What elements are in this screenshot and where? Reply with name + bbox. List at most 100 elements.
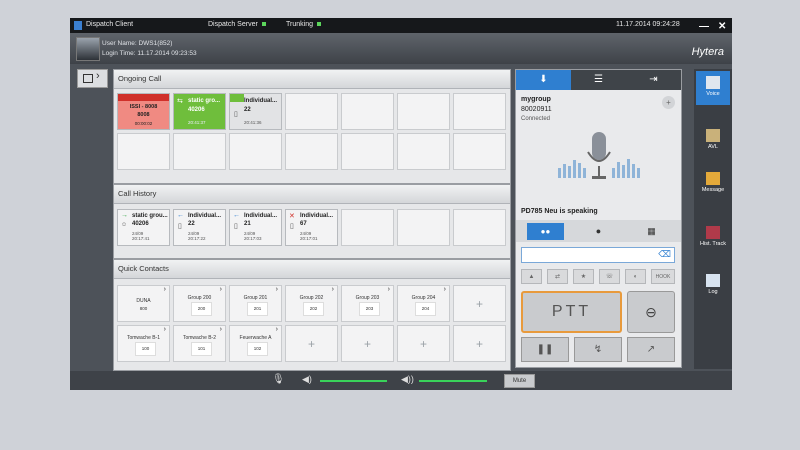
contact-id: 203 <box>359 302 380 316</box>
history-tile[interactable]: ← ▯ Individual... 22 24/09 20:17:22 <box>173 209 226 246</box>
header-bar <box>70 33 732 64</box>
microphone-visual <box>558 132 640 179</box>
tab-keypad[interactable]: ▦ <box>633 223 670 240</box>
empty-slot[interactable] <box>453 133 506 170</box>
call-header-strip <box>230 94 244 102</box>
empty-slot[interactable] <box>285 93 338 130</box>
add-contact-slot[interactable]: + <box>285 325 338 362</box>
plus-icon: + <box>475 297 483 311</box>
tab-person-dial[interactable]: ● <box>580 223 617 240</box>
ptt-button[interactable]: PTT <box>521 291 622 333</box>
tab-download[interactable]: ⬇ <box>516 70 571 90</box>
minimize-button[interactable]: — <box>699 21 709 32</box>
tab-group-dial[interactable]: ●● <box>527 223 564 240</box>
sidebar-item-label: Log <box>708 289 718 295</box>
empty-slot[interactable] <box>341 133 394 170</box>
redirect-button[interactable]: ↯ <box>574 337 622 362</box>
ongoing-call-tile[interactable]: ISSI - 8008 8008 00:00:02 <box>117 93 170 130</box>
dispatch-client-window: Dispatch Client Dispatch Server Trunking… <box>70 18 732 390</box>
chevron-right-icon[interactable]: › <box>276 326 278 333</box>
contact-name: Tomwache B-2 <box>182 335 217 341</box>
mic-volume-slider[interactable] <box>320 380 387 382</box>
chevron-right-icon: › <box>96 70 100 82</box>
contact-tile[interactable]: › Tomwache B-2 101 <box>173 325 226 362</box>
ongoing-call-tile[interactable]: ⇆ static gro... 40206 20:41:37 <box>173 93 226 130</box>
empty-slot[interactable] <box>173 133 226 170</box>
speaking-status: PD785 Neu is speaking <box>521 208 598 215</box>
contact-tile[interactable]: › Group 203 203 <box>341 285 394 322</box>
empty-slot[interactable] <box>341 209 394 246</box>
title-bar: Dispatch Client Dispatch Server Trunking… <box>70 18 732 33</box>
add-contact-slot[interactable]: + <box>341 325 394 362</box>
contact-tile[interactable]: › Group 200 200 <box>173 285 226 322</box>
alert-key[interactable]: ▲ <box>521 269 542 284</box>
empty-slot[interactable] <box>453 93 506 130</box>
sidebar-item-voice[interactable]: Voice <box>696 71 730 105</box>
person-icon: ● <box>595 226 602 236</box>
mute-button[interactable]: Mute <box>504 374 535 388</box>
empty-slot[interactable] <box>397 209 450 246</box>
chevron-right-icon[interactable]: › <box>444 286 446 293</box>
speaker-icon: ◀)) <box>401 374 414 384</box>
chevron-right-icon[interactable]: › <box>220 326 222 333</box>
empty-slot[interactable] <box>397 133 450 170</box>
backspace-icon[interactable]: ⌫ <box>658 249 671 260</box>
contact-tile[interactable]: › DUNA 800 <box>117 285 170 322</box>
call-header-strip <box>118 94 169 101</box>
redirect-icon: ↯ <box>593 344 603 355</box>
chevron-right-icon[interactable]: › <box>332 286 334 293</box>
chevron-right-icon[interactable]: › <box>388 286 390 293</box>
contact-name: Group 202 <box>299 295 324 301</box>
add-contact-slot[interactable]: + <box>453 285 506 322</box>
chevron-right-icon[interactable]: › <box>220 286 222 293</box>
history-tile[interactable]: ✕ ▯ Individual... 67 24/09 20:17:01 <box>285 209 338 246</box>
sidebar-item-log[interactable]: Log <box>696 269 730 303</box>
empty-slot[interactable] <box>229 133 282 170</box>
call-id: 8008 <box>137 112 150 118</box>
empty-slot[interactable] <box>453 209 506 246</box>
add-contact-slot[interactable]: + <box>453 325 506 362</box>
conference-key[interactable]: ☏ <box>599 269 620 284</box>
radio-icon: ▯ <box>234 223 238 230</box>
add-contact-slot[interactable]: + <box>397 325 450 362</box>
empty-slot[interactable] <box>117 133 170 170</box>
contact-tile[interactable]: › Group 202 202 <box>285 285 338 322</box>
chevron-right-icon[interactable]: › <box>164 286 166 293</box>
transfer-key[interactable]: ⇄ <box>547 269 568 284</box>
expand-panel-button[interactable]: › <box>77 69 108 88</box>
hangup-button[interactable]: ⊖ <box>627 291 675 333</box>
history-tile[interactable]: ← ▯ Individual... 21 24/09 20:17:03 <box>229 209 282 246</box>
sidebar-item-avl[interactable]: AVL <box>696 124 730 158</box>
contact-tile[interactable]: › Group 204 204 <box>397 285 450 322</box>
empty-slot[interactable] <box>397 93 450 130</box>
hook-key[interactable]: HOOK <box>651 269 675 284</box>
contact-name: Feuerwache A <box>239 335 272 341</box>
speaker-volume-slider[interactable] <box>419 380 487 382</box>
tab-exit[interactable]: ⇥ <box>626 70 681 90</box>
chevron-right-icon[interactable]: › <box>276 286 278 293</box>
close-button[interactable]: ✕ <box>718 21 726 32</box>
sidebar-item-message[interactable]: Message <box>696 167 730 201</box>
monitor-icon: ◐ <box>633 274 638 280</box>
radio-icon: ▯ <box>234 111 238 118</box>
monitor-key[interactable]: ◐ <box>625 269 646 284</box>
sidebar-item-label: Message <box>701 187 725 193</box>
hold-button[interactable]: ❚❚ <box>521 337 569 362</box>
forward-button[interactable]: ↗ <box>627 337 675 362</box>
contact-tile[interactable]: › Tomwache B-1 100 <box>117 325 170 362</box>
contact-tile[interactable]: › Feuerwache A 102 <box>229 325 282 362</box>
chevron-right-icon[interactable]: › <box>164 326 166 333</box>
ongoing-call-panel: Ongoing Call ISSI - 8008 8008 00:00:02 ⇆… <box>113 69 511 184</box>
empty-slot[interactable] <box>341 93 394 130</box>
history-tile[interactable]: → ☺ static grou... 40206 24/09 20:17:41 <box>117 209 170 246</box>
sidebar-item-hist-track[interactable]: Hist. Track <box>696 221 730 255</box>
tab-list[interactable]: ☰ <box>571 70 626 90</box>
ongoing-call-tile[interactable]: ▯ Individual... 22 20:41:36 <box>229 93 282 130</box>
dial-input[interactable]: ⌫ <box>521 247 675 263</box>
favorite-key[interactable]: ★ <box>573 269 594 284</box>
incoming-arrow-icon: ← <box>177 212 184 219</box>
add-member-icon[interactable]: + <box>662 96 675 109</box>
contact-tile[interactable]: › Group 201 201 <box>229 285 282 322</box>
empty-slot[interactable] <box>285 133 338 170</box>
call-time: 00:00:02 <box>134 121 153 126</box>
